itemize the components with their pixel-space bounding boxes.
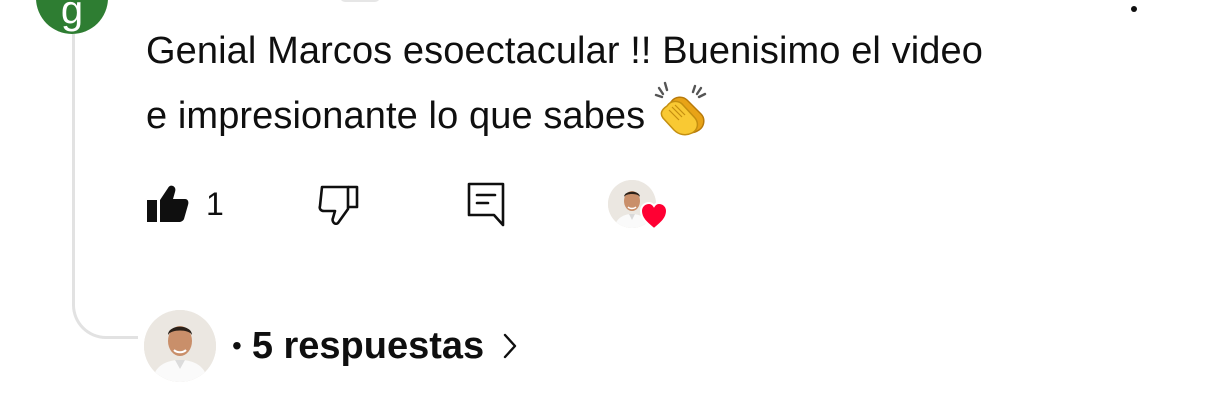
thumbs-down-icon xyxy=(318,185,359,225)
creator-heart-badge xyxy=(608,176,669,232)
reply-author-avatar xyxy=(144,310,216,382)
view-replies-button[interactable]: • 5 respuestas xyxy=(144,310,518,382)
like-count: 1 xyxy=(206,185,224,222)
comment-text-line-2: e impresionante lo que sabes xyxy=(146,80,1126,153)
more-vertical-icon xyxy=(1131,6,1137,12)
comment-text-line-1: Genial Marcos esoectacular !! Buenisimo … xyxy=(146,30,983,72)
like-button[interactable]: 1 xyxy=(146,176,224,232)
avatar-letter: g xyxy=(60,0,84,32)
chevron-right-icon xyxy=(502,332,518,360)
reply-icon xyxy=(467,182,505,227)
reply-button[interactable] xyxy=(466,176,506,232)
thumbs-up-filled-icon xyxy=(147,185,189,222)
dislike-button[interactable] xyxy=(316,176,360,232)
thread-connector-line xyxy=(72,34,138,339)
heart-icon xyxy=(639,201,669,231)
clapping-hands-emoji-icon xyxy=(653,80,711,153)
commenter-avatar[interactable]: g xyxy=(36,0,108,34)
more-options-button[interactable] xyxy=(1122,2,1146,20)
comment-text-line-2-text: e impresionante lo que sabes xyxy=(146,95,646,137)
replies-bullet: • xyxy=(232,330,242,361)
comment-meta-remnant xyxy=(340,0,380,2)
comment-thread: g Genial Marcos esoectacular !! Buenisim… xyxy=(0,0,1206,415)
replies-count-label: 5 respuestas xyxy=(251,324,485,367)
comment-text: Genial Marcos esoectacular !! Buenisimo … xyxy=(146,22,1126,153)
